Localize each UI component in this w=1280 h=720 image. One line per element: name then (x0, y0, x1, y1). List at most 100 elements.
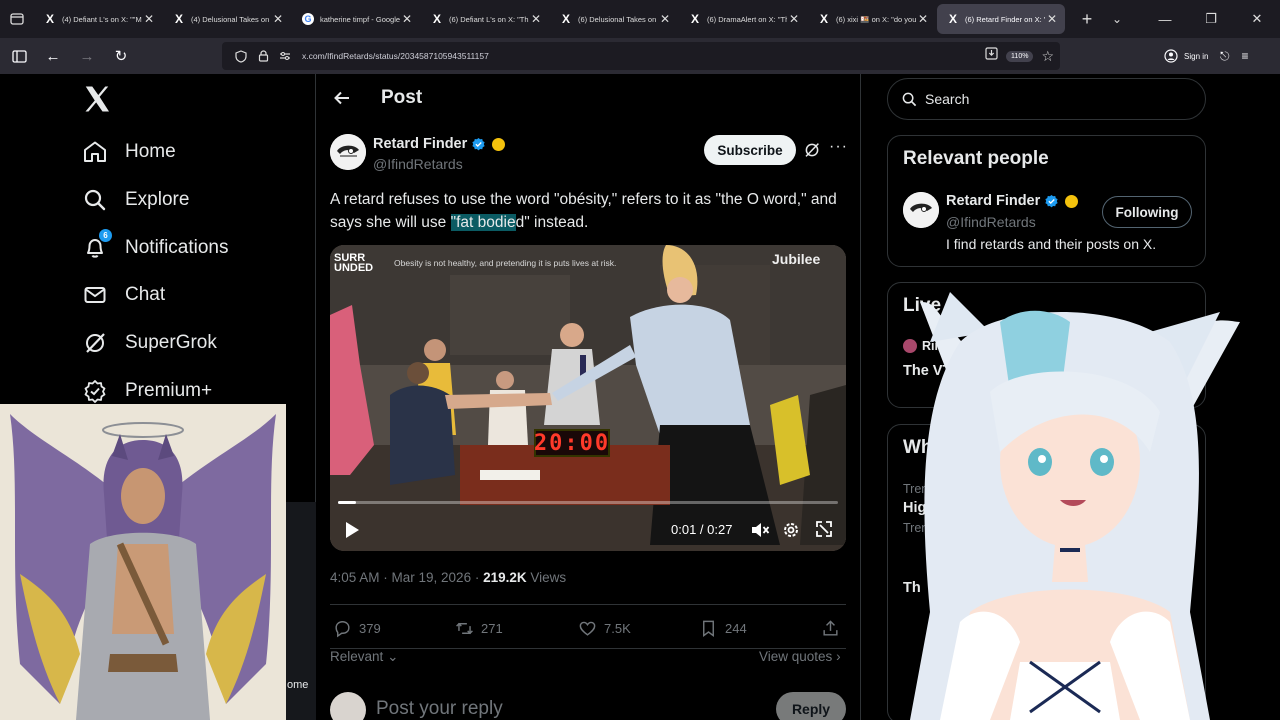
back-arrow-icon: ← (45, 47, 61, 65)
x-favicon-icon: X (819, 12, 828, 26)
x-logo-icon[interactable] (82, 84, 112, 114)
back-button[interactable]: ← (38, 41, 68, 71)
tab-title: (6) Retard Finder on X: "A (965, 14, 1045, 24)
close-tab-icon[interactable]: ✕ (658, 12, 672, 26)
grok-explain-icon[interactable] (803, 141, 821, 159)
browser-tab[interactable]: X (4) Delusional Takes on X ✕ (163, 4, 291, 34)
tab-title: (4) Delusional Takes on X (191, 14, 271, 24)
play-icon[interactable] (344, 521, 360, 539)
author-handle[interactable]: @IfindRetards (373, 156, 463, 172)
nav-item-chat[interactable]: Chat (82, 275, 165, 315)
repost-count: 271 (481, 620, 503, 636)
close-tab-icon[interactable]: ✕ (916, 12, 930, 26)
sidebar-toggle-button[interactable] (4, 41, 34, 71)
x-favicon-icon: X (561, 12, 570, 26)
list-all-tabs-button[interactable]: ⌄ (1102, 12, 1132, 26)
video-brand-left-line2: UNDED (334, 262, 374, 274)
more-options-button[interactable]: ··· (829, 138, 848, 156)
window-controls: — ❐ ✕ (1142, 0, 1280, 38)
tab-title: (6) Delusional Takes on X (578, 14, 658, 24)
address-bar[interactable]: x.com/IfindRetards/status/20345871059435… (222, 42, 1060, 70)
repost-button[interactable]: 271 (455, 616, 503, 640)
reply-icon (335, 620, 350, 637)
post-text-part2: d" instead. (515, 214, 589, 231)
close-tab-icon[interactable]: ✕ (529, 12, 543, 26)
lock-icon[interactable] (252, 50, 274, 62)
back-arrow-icon[interactable] (332, 88, 352, 108)
shield-icon[interactable] (230, 49, 252, 63)
browser-tab-active[interactable]: X (6) Retard Finder on X: "A ✕ (937, 4, 1065, 34)
nav-label-chat: Chat (125, 284, 166, 305)
maximize-button[interactable]: ❐ (1188, 0, 1234, 38)
x-favicon-icon: X (432, 12, 441, 26)
menu-icon[interactable]: ≡ (1242, 49, 1249, 63)
permissions-icon[interactable] (274, 51, 296, 61)
bookmark-star-icon[interactable]: ☆ (1041, 48, 1054, 65)
chevron-down-icon: ⌄ (387, 649, 399, 664)
subscribe-button[interactable]: Subscribe (704, 135, 796, 165)
video-progress-bar[interactable] (338, 501, 838, 504)
sidebar-icon (11, 49, 27, 63)
browser-tab[interactable]: X (6) DramaAlert on X: "Th ✕ (679, 4, 807, 34)
view-quotes-link[interactable]: View quotes › (759, 649, 841, 664)
close-tab-icon[interactable]: ✕ (1045, 12, 1059, 26)
nav-item-explore[interactable]: Explore (82, 180, 189, 220)
nav-label-notifications: Notifications (125, 237, 229, 258)
partial-nav-text: ome (287, 679, 309, 691)
nav-item-home[interactable]: Home (82, 132, 176, 172)
close-tab-icon[interactable]: ✕ (271, 12, 285, 26)
browser-tab[interactable]: Gkatherine timpf - Google ✕ (292, 4, 420, 34)
minimize-button[interactable]: — (1142, 0, 1188, 38)
download-page-icon[interactable] (985, 47, 998, 65)
tab-overview-button[interactable] (0, 0, 34, 38)
browser-tab[interactable]: X (6) Defiant L's on X: "Th ✕ (421, 4, 549, 34)
reload-button[interactable]: ↻ (106, 41, 136, 71)
affiliate-badge-icon[interactable] (492, 137, 506, 151)
close-window-button[interactable]: ✕ (1234, 0, 1280, 38)
relevant-person-avatar[interactable] (903, 192, 939, 228)
forward-button[interactable]: → (72, 41, 102, 71)
relevant-people-title: Relevant people (903, 148, 1049, 169)
close-tab-icon[interactable]: ✕ (400, 12, 414, 26)
reply-input[interactable]: Post your reply (376, 698, 503, 720)
browser-tab[interactable]: X (4) Defiant L's on X: ""Ma ✕ (34, 4, 162, 34)
premium-icon (82, 378, 108, 404)
post-timestamp[interactable]: 4:05 AM · Mar 19, 2026 · (330, 570, 483, 585)
author-name[interactable]: Retard Finder (373, 136, 506, 152)
author-avatar[interactable] (330, 134, 366, 170)
close-tab-icon[interactable]: ✕ (787, 12, 801, 26)
current-user-avatar (330, 692, 366, 720)
browser-tab[interactable]: X (6) xixi 🍱 on X: "do you ✕ (808, 4, 936, 34)
mute-icon[interactable] (750, 521, 770, 539)
reply-sort-dropdown[interactable]: Relevant ⌄ (330, 649, 398, 665)
account-sign-in[interactable]: Sign in (1164, 38, 1208, 74)
nav-item-notifications[interactable]: 6 Notifications (82, 228, 229, 268)
x-favicon-icon: X (948, 12, 957, 26)
video-time: 0:01 / 0:27 (671, 522, 733, 537)
new-tab-button[interactable]: + (1072, 9, 1102, 30)
relevant-person-name-text: Retard Finder (946, 193, 1041, 209)
bookmark-icon (703, 620, 714, 637)
tab-title: (6) Defiant L's on X: "Th (449, 14, 529, 24)
reply-button[interactable]: 379 (333, 616, 381, 640)
settings-gear-icon[interactable] (782, 521, 800, 539)
extensions-icon[interactable]: ⎋ (1220, 49, 1230, 64)
x-favicon-icon: X (45, 12, 54, 26)
verified-badge-icon[interactable] (471, 137, 486, 152)
close-tab-icon[interactable]: ✕ (142, 12, 156, 26)
bookmark-button[interactable]: 244 (699, 616, 747, 640)
url-text[interactable]: x.com/IfindRetards/status/20345871059435… (302, 51, 489, 61)
reply-submit-button[interactable]: Reply (776, 692, 846, 720)
relevant-person-name[interactable]: Retard Finder (946, 193, 1079, 209)
like-button[interactable]: 7.5K (578, 616, 631, 640)
search-box[interactable]: Search (887, 78, 1206, 120)
browser-tab[interactable]: X (6) Delusional Takes on X ✕ (550, 4, 678, 34)
video-player[interactable]: SURR UNDED Obesity is not healthy, and pr… (330, 245, 846, 551)
following-button[interactable]: Following (1102, 196, 1192, 228)
share-button[interactable] (821, 616, 840, 640)
zoom-level-badge[interactable]: 110% (1006, 50, 1034, 62)
fullscreen-icon[interactable] (816, 521, 832, 537)
nav-item-supergrok[interactable]: SuperGrok (82, 323, 217, 363)
relevant-person-handle[interactable]: @IfindRetards (946, 214, 1036, 230)
tab-strip: X (4) Defiant L's on X: ""Ma ✕ X (4) Delusio… (34, 0, 1066, 38)
